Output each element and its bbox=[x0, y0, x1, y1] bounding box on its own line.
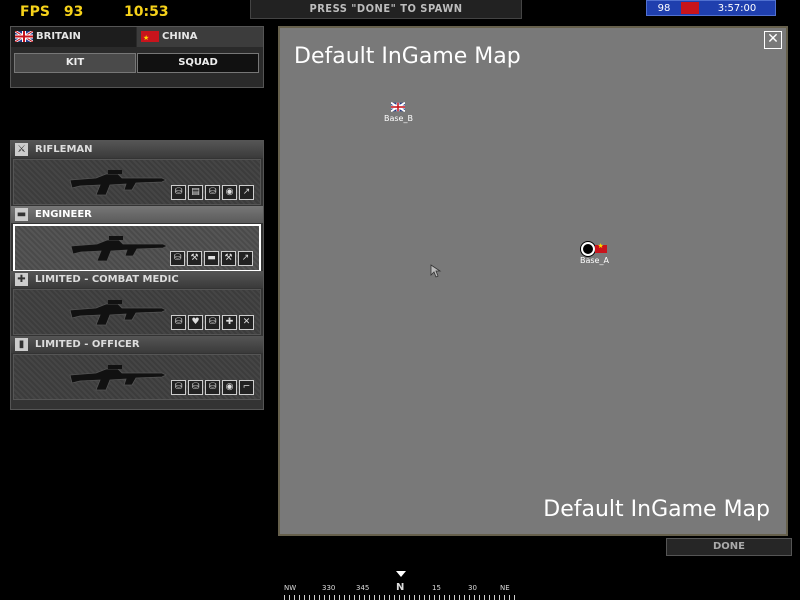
equipment-slot-icon: ⚒ bbox=[221, 251, 236, 266]
kit-list: ⚔ RIFLEMAN ⛁ ▤ ⛁ ◉ ↗ ▬ ENGINEER ⛁ ⚒ ▬ ⚒ ↗ ✚ LIMITED - C… bbox=[10, 140, 264, 410]
rifle-icon bbox=[70, 236, 168, 262]
equipment-slot-icon: ⛁ bbox=[171, 185, 186, 200]
compass-strip: NW 330 345 N 15 30 NE bbox=[284, 580, 518, 600]
kit-limited-combat-medic[interactable]: ✚ LIMITED - COMBAT MEDIC ⛁ ♥ ⛁ ✚ ✕ bbox=[11, 271, 263, 335]
equipment-slot-icon: ↗ bbox=[239, 185, 254, 200]
team-label-britain: BRITAIN bbox=[36, 31, 81, 42]
kit-equipment-slots: ⛁ ♥ ⛁ ✚ ✕ bbox=[171, 315, 254, 330]
china-flag-icon bbox=[141, 28, 159, 48]
kit-rifleman[interactable]: ⚔ RIFLEMAN ⛁ ▤ ⛁ ◉ ↗ bbox=[11, 141, 263, 205]
kit-equipment-slots: ⛁ ▤ ⛁ ◉ ↗ bbox=[171, 185, 254, 200]
medic-cross-icon: ✚ bbox=[15, 273, 28, 286]
round-timer: 3:57:00 bbox=[717, 2, 757, 14]
ticket-count: 98 bbox=[657, 2, 671, 14]
kit-equipment-slots: ⛁ ⛁ ⛁ ◉ ⌐ bbox=[171, 380, 254, 395]
spawn-point-base-b[interactable]: Base_B bbox=[384, 101, 413, 123]
equipment-slot-icon: ⛁ bbox=[171, 380, 186, 395]
kit-header: ✚ LIMITED - COMBAT MEDIC bbox=[11, 271, 263, 288]
rifle-icon bbox=[69, 170, 167, 196]
kit-label: RIFLEMAN bbox=[35, 144, 93, 155]
rifle-icon bbox=[69, 365, 167, 391]
equipment-slot-icon: ⛁ bbox=[188, 380, 203, 395]
tab-kit[interactable]: KIT bbox=[14, 53, 136, 73]
equipment-slot-icon: ▤ bbox=[188, 185, 203, 200]
kit-loadout-preview: ⛁ ♥ ⛁ ✚ ✕ bbox=[13, 289, 261, 335]
kit-loadout-preview: ⛁ ▤ ⛁ ◉ ↗ bbox=[13, 159, 261, 205]
equipment-slot-icon: ✚ bbox=[222, 315, 237, 330]
kit-label: ENGINEER bbox=[35, 209, 92, 220]
compass-heading-marker-icon bbox=[396, 571, 406, 577]
team-tab-china[interactable]: CHINA bbox=[137, 27, 263, 48]
equipment-slot-icon: ▬ bbox=[204, 251, 219, 266]
spawn-point-base-a[interactable]: Base_A bbox=[580, 242, 609, 265]
equipment-slot-icon: ✕ bbox=[239, 315, 254, 330]
compass-label: 345 bbox=[356, 584, 370, 592]
equipment-slot-icon: ⛁ bbox=[170, 251, 185, 266]
kit-label: LIMITED - COMBAT MEDIC bbox=[35, 274, 179, 285]
compass-label: NE bbox=[500, 584, 510, 592]
compass-label: 30 bbox=[468, 584, 477, 592]
compass-label: NW bbox=[284, 584, 297, 592]
tab-squad[interactable]: SQUAD bbox=[137, 53, 259, 73]
uk-flag-icon bbox=[15, 30, 33, 42]
fps-label: FPS bbox=[20, 4, 50, 20]
rifle-icon bbox=[69, 300, 167, 326]
kit-loadout-preview: ⛁ ⚒ ▬ ⚒ ↗ bbox=[13, 224, 261, 272]
kit-header: ▮ LIMITED - OFFICER bbox=[11, 336, 263, 353]
kit-label: LIMITED - OFFICER bbox=[35, 339, 140, 350]
spawn-marker-icon bbox=[581, 242, 596, 256]
kit-header: ▬ ENGINEER bbox=[11, 206, 263, 223]
team-label-china: CHINA bbox=[162, 31, 198, 42]
uk-flag-icon bbox=[390, 101, 406, 113]
equipment-slot-icon: ⚒ bbox=[187, 251, 202, 266]
ticket-score-box: 98 3:57:00 bbox=[646, 0, 776, 16]
equipment-slot-icon: ⛁ bbox=[205, 185, 220, 200]
team-tab-britain[interactable]: BRITAIN bbox=[11, 27, 136, 47]
equipment-slot-icon: ◉ bbox=[222, 380, 237, 395]
officer-icon: ▮ bbox=[15, 338, 28, 351]
map-title-bottom: Default InGame Map bbox=[543, 497, 770, 522]
equipment-slot-icon: ↗ bbox=[238, 251, 253, 266]
compass-label: N bbox=[396, 582, 405, 593]
equipment-slot-icon: ⛁ bbox=[205, 380, 220, 395]
engineer-icon: ▬ bbox=[15, 208, 28, 221]
kit-engineer[interactable]: ▬ ENGINEER ⛁ ⚒ ▬ ⚒ ↗ bbox=[11, 206, 263, 272]
equipment-slot-icon: ⌐ bbox=[239, 380, 254, 395]
base-label: Base_B bbox=[384, 114, 413, 123]
mouse-cursor-icon bbox=[430, 264, 442, 278]
kit-loadout-preview: ⛁ ⛁ ⛁ ◉ ⌐ bbox=[13, 354, 261, 400]
done-button[interactable]: DONE bbox=[666, 538, 792, 556]
kit-equipment-slots: ⛁ ⚒ ▬ ⚒ ↗ bbox=[170, 251, 253, 266]
kit-limited-officer[interactable]: ▮ LIMITED - OFFICER ⛁ ⛁ ⛁ ◉ ⌐ bbox=[11, 336, 263, 400]
game-clock: 10:53 bbox=[124, 4, 169, 20]
china-flag-icon bbox=[595, 242, 608, 253]
team-selection-panel: BRITAIN CHINA KIT SQUAD bbox=[10, 26, 264, 88]
fps-value: 93 bbox=[63, 4, 84, 20]
base-label: Base_A bbox=[580, 256, 609, 265]
equipment-slot-icon: ⛁ bbox=[205, 315, 220, 330]
compass-ticks bbox=[284, 595, 518, 600]
fps-counter: FPS 93 bbox=[20, 4, 97, 20]
close-icon[interactable]: ✕ bbox=[764, 31, 782, 49]
ingame-map[interactable]: Default InGame Map ✕ Base_B Base_A Defau… bbox=[278, 26, 788, 536]
spawn-instruction-banner: PRESS "DONE" TO SPAWN bbox=[250, 0, 522, 19]
rifleman-icon: ⚔ bbox=[15, 143, 28, 156]
equipment-slot-icon: ⛁ bbox=[171, 315, 186, 330]
china-flag-icon bbox=[681, 2, 699, 14]
equipment-slot-icon: ◉ bbox=[222, 185, 237, 200]
map-title: Default InGame Map bbox=[294, 44, 521, 69]
compass-label: 330 bbox=[322, 584, 336, 592]
equipment-slot-icon: ♥ bbox=[188, 315, 203, 330]
kit-header: ⚔ RIFLEMAN bbox=[11, 141, 263, 158]
compass-label: 15 bbox=[432, 584, 441, 592]
